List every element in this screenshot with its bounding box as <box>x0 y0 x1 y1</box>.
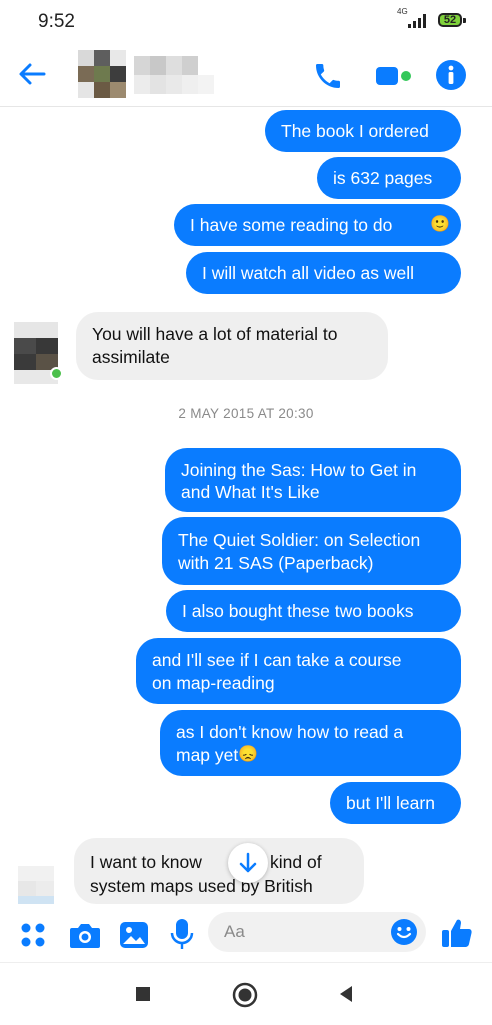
message-text-line: and What It's Like <box>181 482 320 502</box>
battery-level: 52 <box>443 14 457 26</box>
message-text-line: as I don't know how to read a <box>176 722 404 742</box>
gallery-icon[interactable] <box>118 920 150 950</box>
contact-avatar[interactable] <box>78 50 126 98</box>
message-timestamp: 2 MAY 2015 AT 20:30 <box>178 406 314 421</box>
disappointed-emoji-icon: 😞 <box>238 746 258 763</box>
message-bubble-outgoing[interactable]: as I don't know how to read a map yet 😞 <box>160 710 461 776</box>
message-text-line: map yet <box>176 745 239 765</box>
system-navigation-bar <box>0 962 492 1025</box>
message-input[interactable]: Aa <box>208 912 426 952</box>
message-bubble-outgoing[interactable]: Joining the Sas: How to Get in and What … <box>165 448 461 512</box>
signal-strength-icon <box>408 14 426 28</box>
scroll-to-bottom-button[interactable] <box>228 843 268 883</box>
message-text: but I'll learn <box>346 793 435 813</box>
phone-icon[interactable] <box>312 60 344 92</box>
emoji-icon[interactable] <box>390 918 418 946</box>
message-bubble-outgoing[interactable]: but I'll learn <box>330 782 461 824</box>
message-bubble-incoming[interactable]: I want to know kind of system maps used … <box>74 838 364 904</box>
message-text: I also bought these two books <box>182 601 414 621</box>
message-bubble-outgoing[interactable]: The book I ordered <box>265 110 461 152</box>
message-text-line: on map-reading <box>152 673 275 693</box>
message-text-line: assimilate <box>92 347 170 367</box>
message-text-line: Joining the Sas: How to Get in <box>181 460 417 480</box>
back-nav-icon[interactable] <box>336 983 356 1005</box>
message-composer: Aa <box>0 904 492 962</box>
home-icon[interactable] <box>231 981 259 1009</box>
smiley-emoji-icon: 🙂 <box>430 216 450 233</box>
online-status-dot <box>50 367 63 380</box>
battery-icon: 52 <box>438 13 462 27</box>
message-text: The book I ordered <box>281 121 429 141</box>
status-time: 9:52 <box>38 11 75 32</box>
more-actions-icon[interactable] <box>20 922 46 948</box>
message-bubble-incoming[interactable]: You will have a lot of material to assim… <box>76 312 388 380</box>
message-bubble-outgoing[interactable]: and I'll see if I can take a course on m… <box>136 638 461 704</box>
message-input-placeholder: Aa <box>224 922 245 941</box>
back-arrow-icon[interactable] <box>16 58 48 90</box>
contact-name-blurred[interactable] <box>134 56 214 94</box>
arrow-down-icon <box>239 852 257 873</box>
network-type: 4G <box>397 7 408 16</box>
message-text-line: I want to know <box>90 852 202 872</box>
message-text-line: kind of <box>270 852 322 872</box>
recents-icon[interactable] <box>134 985 152 1003</box>
message-text-line: system maps used by British <box>90 876 313 896</box>
message-text: I will watch all video as well <box>202 263 415 283</box>
message-bubble-outgoing[interactable]: is 632 pages <box>317 157 461 199</box>
message-text: is 632 pages <box>333 168 433 188</box>
message-text-line: with 21 SAS (Paperback) <box>178 553 374 573</box>
message-bubble-outgoing[interactable]: The Quiet Soldier: on Selection with 21 … <box>162 517 461 585</box>
battery-tip <box>463 18 466 23</box>
video-camera-icon[interactable] <box>374 62 414 90</box>
thumbs-up-icon[interactable] <box>440 916 474 950</box>
message-text: I have some reading to do <box>190 215 393 235</box>
message-bubble-outgoing[interactable]: I will watch all video as well <box>186 252 461 294</box>
conversation-header <box>0 44 492 107</box>
message-bubble-outgoing[interactable]: I have some reading to do 🙂 <box>174 204 461 246</box>
camera-icon[interactable] <box>68 920 102 950</box>
info-icon[interactable] <box>435 59 467 91</box>
message-bubble-outgoing[interactable]: I also bought these two books <box>166 590 461 632</box>
message-text-line: and I'll see if I can take a course <box>152 650 402 670</box>
message-text-line: You will have a lot of material to <box>92 324 338 344</box>
message-text-line: The Quiet Soldier: on Selection <box>178 530 421 550</box>
status-bar: 9:52 4G 52 <box>0 0 492 44</box>
microphone-icon[interactable] <box>170 917 194 951</box>
